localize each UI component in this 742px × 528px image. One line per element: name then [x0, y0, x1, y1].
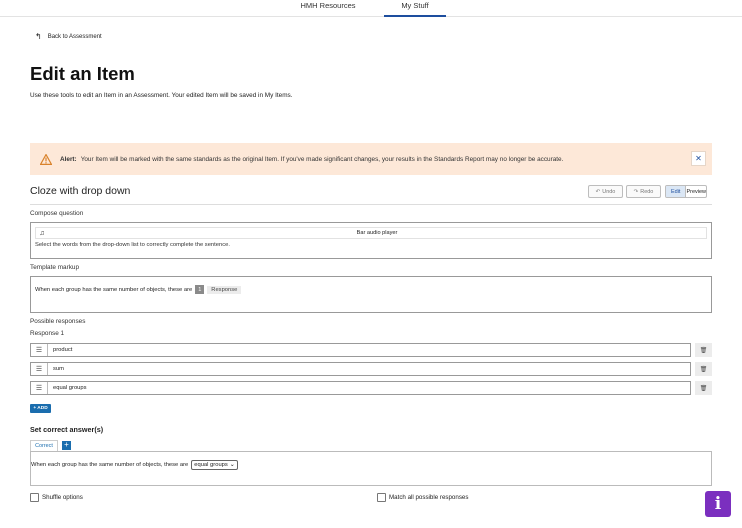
- match-all-label: Match all possible responses: [389, 494, 469, 501]
- checkbox-box[interactable]: [377, 493, 386, 502]
- response-group-label: Response 1: [30, 330, 65, 337]
- preview-mode-button[interactable]: Preview: [686, 186, 706, 197]
- response-value[interactable]: product: [48, 347, 72, 353]
- set-correct-answers-heading: Set correct answer(s): [30, 425, 104, 434]
- redo-icon: ↷: [633, 188, 639, 195]
- undo-icon: ↶: [595, 188, 601, 195]
- template-markup-label: Template markup: [30, 264, 80, 271]
- template-text: When each group has the same number of o…: [35, 286, 193, 293]
- response-value[interactable]: equal groups: [48, 385, 87, 391]
- response-value[interactable]: sum: [48, 366, 64, 372]
- alert-message: Your Item will be marked with the same s…: [80, 155, 564, 163]
- drag-handle-icon[interactable]: ☰: [31, 382, 48, 394]
- alert-heading: Alert:: [60, 155, 77, 163]
- response-option[interactable]: ☰ sum: [30, 362, 691, 376]
- correct-answer-select[interactable]: equal groups ⌄: [191, 460, 238, 470]
- undo-button[interactable]: ↶ Undo: [588, 185, 623, 198]
- template-markup-editor[interactable]: When each group has the same number of o…: [30, 276, 712, 313]
- chevron-down-icon: ⌄: [229, 462, 235, 468]
- audio-player[interactable]: ♫ Bar audio player: [35, 227, 707, 239]
- template-sentence: When each group has the same number of o…: [35, 285, 242, 294]
- selected-value: equal groups: [194, 462, 228, 468]
- correct-answer-panel: When each group has the same number of o…: [30, 451, 712, 486]
- response-chip-number: 1: [195, 285, 205, 294]
- close-alert-button[interactable]: ✕: [691, 151, 706, 166]
- back-label: Back to Assessment: [47, 33, 102, 40]
- info-button[interactable]: i: [705, 491, 731, 517]
- music-note-icon: ♫: [39, 229, 45, 237]
- page-title: Edit an Item: [30, 63, 135, 84]
- info-icon: i: [714, 494, 722, 514]
- plus-icon: +: [64, 440, 69, 449]
- drag-handle-icon[interactable]: ☰: [31, 363, 48, 375]
- add-response-button[interactable]: + ADD: [30, 404, 51, 413]
- trash-icon: 🗑: [699, 385, 708, 392]
- shuffle-options-label: Shuffle options: [42, 494, 83, 501]
- add-alternate-answer-button[interactable]: +: [62, 441, 71, 450]
- correct-answer-sentence: When each group has the same number of o…: [31, 460, 238, 470]
- redo-button[interactable]: ↷ Redo: [626, 185, 661, 198]
- undo-label: Undo: [602, 188, 616, 195]
- audio-player-label: Bar audio player: [356, 230, 398, 236]
- delete-response-button[interactable]: 🗑: [695, 381, 712, 395]
- question-instructions: Select the words from the drop-down list…: [35, 242, 230, 248]
- back-arrow-icon: ↰: [35, 32, 42, 41]
- response-option[interactable]: ☰ equal groups: [30, 381, 691, 395]
- trash-icon: 🗑: [699, 347, 708, 354]
- trash-icon: 🗑: [699, 366, 708, 373]
- standards-alert: Alert: Your Item will be marked with the…: [30, 143, 712, 175]
- tab-correct[interactable]: Correct: [30, 440, 58, 451]
- tab-my-stuff[interactable]: My Stuff: [384, 1, 446, 17]
- correct-answer-text: When each group has the same number of o…: [31, 462, 189, 468]
- compose-question-label: Compose question: [30, 210, 84, 217]
- mode-toggle: Edit Preview: [665, 185, 707, 198]
- delete-response-button[interactable]: 🗑: [695, 362, 712, 376]
- checkbox-box[interactable]: [30, 493, 39, 502]
- warning-icon: [40, 153, 52, 165]
- back-to-assessment-link[interactable]: ↰ Back to Assessment: [35, 32, 102, 41]
- possible-responses-label: Possible responses: [30, 318, 86, 325]
- delete-response-button[interactable]: 🗑: [695, 343, 712, 357]
- top-navigation: HMH Resources My Stuff: [0, 0, 742, 17]
- shuffle-options-checkbox[interactable]: Shuffle options: [30, 493, 83, 502]
- compose-question-editor[interactable]: ♫ Bar audio player Select the words from…: [30, 222, 712, 259]
- divider: [30, 204, 712, 205]
- drag-handle-icon[interactable]: ☰: [31, 344, 48, 356]
- match-all-checkbox[interactable]: Match all possible responses: [377, 493, 468, 502]
- redo-label: Redo: [640, 188, 654, 195]
- question-type-title: Cloze with drop down: [30, 185, 131, 197]
- response-chip[interactable]: Response: [207, 285, 242, 294]
- edit-mode-button[interactable]: Edit: [666, 186, 687, 197]
- tab-hmh-resources[interactable]: HMH Resources: [286, 1, 370, 10]
- page-description: Use these tools to edit an Item in an As…: [30, 92, 293, 99]
- response-option[interactable]: ☰ product: [30, 343, 691, 357]
